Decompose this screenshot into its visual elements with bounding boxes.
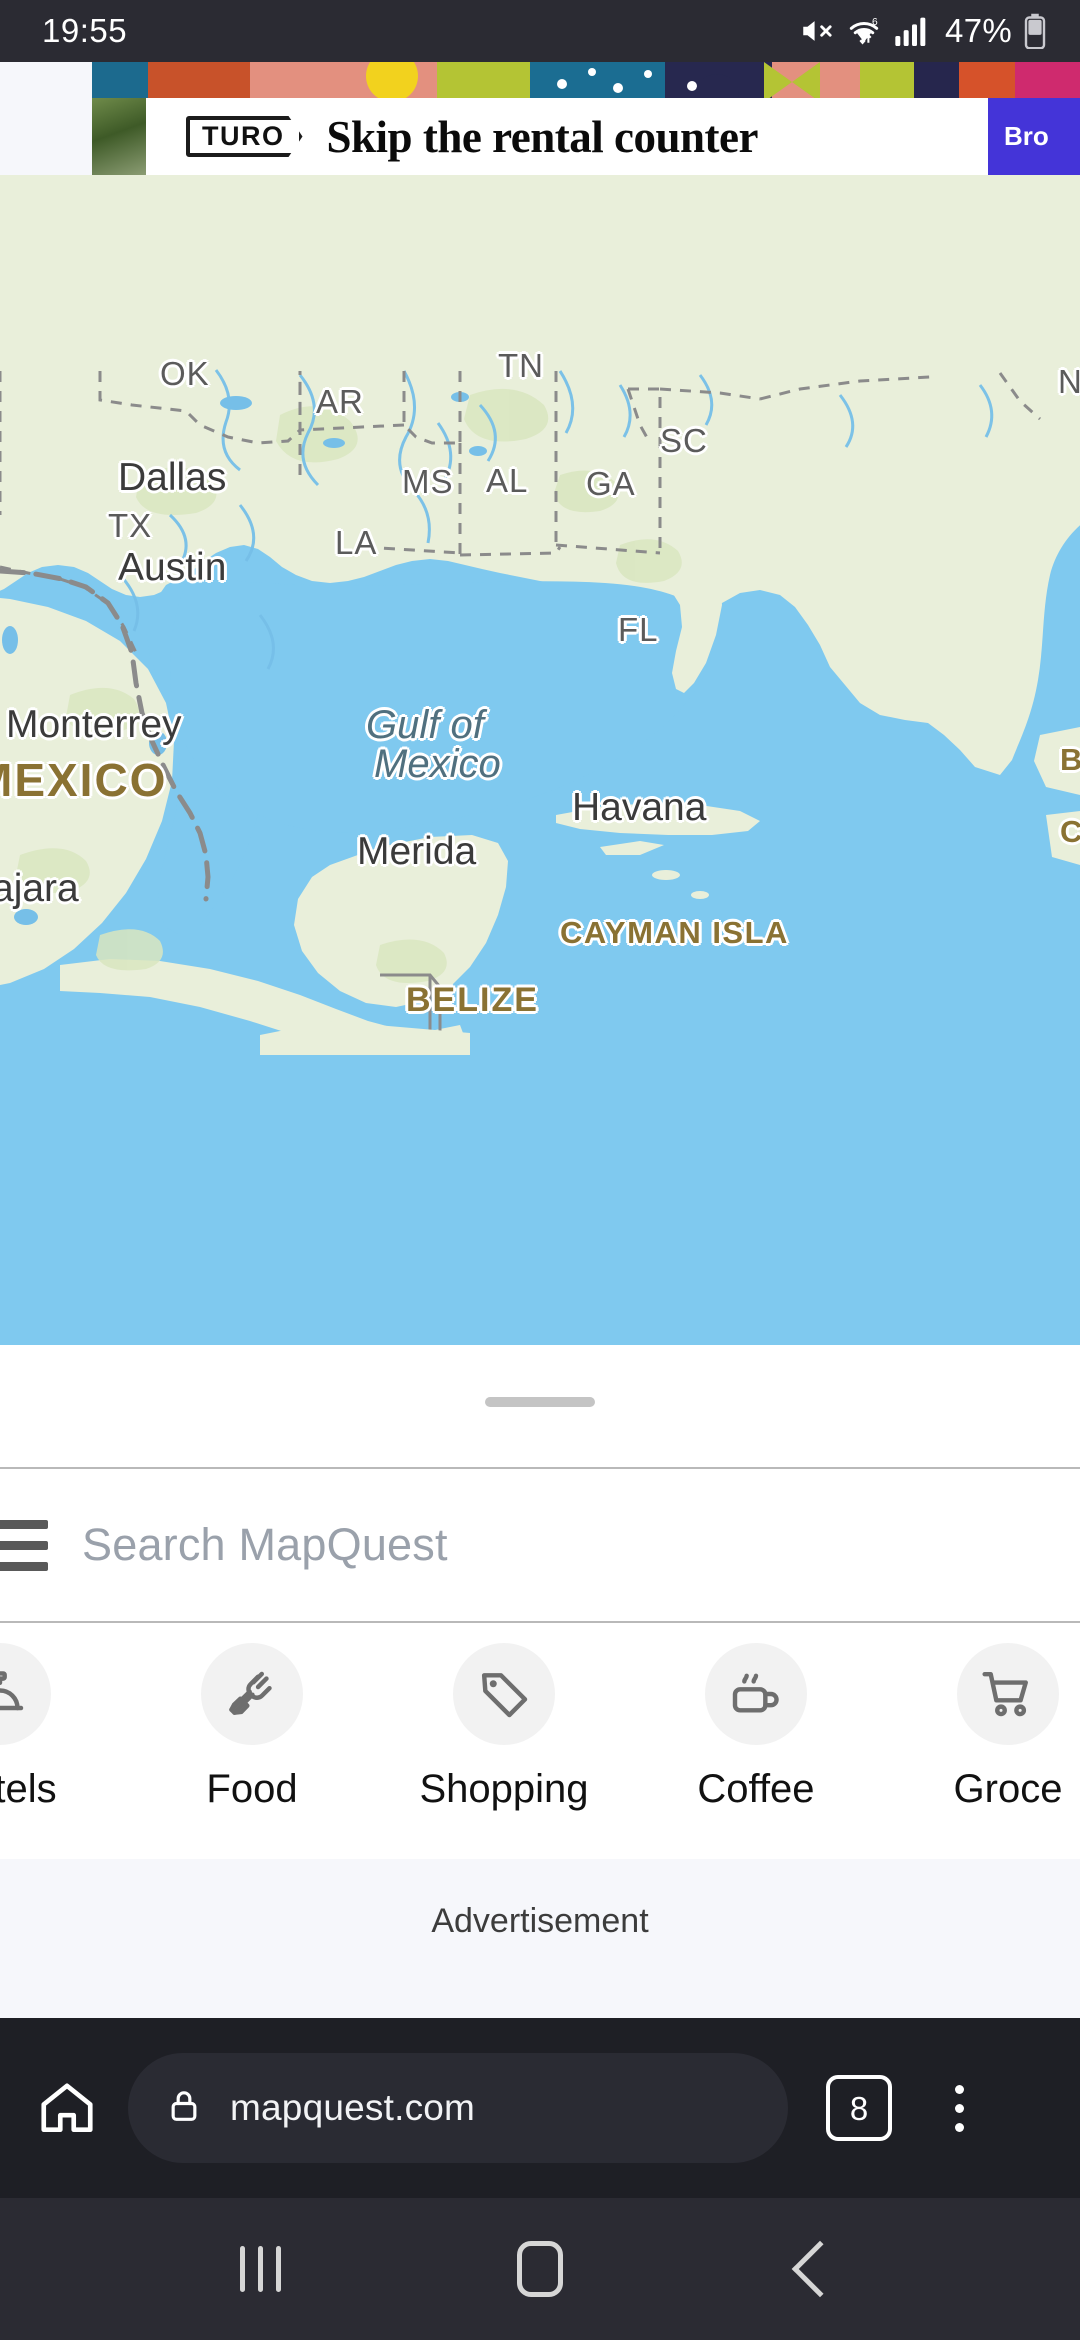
wifi-icon: 6 bbox=[845, 14, 883, 48]
category-label: Food bbox=[206, 1767, 298, 1811]
map-label-ar: AR bbox=[316, 383, 364, 420]
turo-ad-banner[interactable]: TURO Skip the rental counter Bro bbox=[0, 62, 1080, 175]
svg-text:6: 6 bbox=[872, 17, 878, 28]
map-label-austin: Austin bbox=[118, 546, 227, 589]
category-label: Hotels bbox=[0, 1767, 57, 1811]
tab-counter-button[interactable]: 8 bbox=[826, 2075, 892, 2141]
map-label-ok: OK bbox=[160, 355, 210, 392]
map-label-sc: SC bbox=[660, 422, 708, 459]
map-label-guadalajara: ajara bbox=[0, 867, 79, 910]
search-bar[interactable]: Search MapQuest bbox=[0, 1469, 1080, 1621]
drag-handle[interactable] bbox=[485, 1397, 595, 1407]
url-text[interactable]: mapquest.com bbox=[230, 2087, 475, 2129]
map-label-tn: TN bbox=[498, 347, 544, 384]
map-label-monterrey: Monterrey bbox=[6, 703, 182, 746]
status-bar: 19:55 6 47% bbox=[0, 0, 1080, 62]
map-label-gulf-line2: Mexico bbox=[374, 742, 501, 786]
category-label: Shopping bbox=[419, 1767, 589, 1811]
category-label: Coffee bbox=[697, 1767, 815, 1811]
category-row: Hotels Food bbox=[0, 1623, 1080, 1859]
signal-icon bbox=[895, 16, 929, 46]
home-icon[interactable] bbox=[28, 2077, 106, 2139]
status-icons: 6 47% bbox=[799, 12, 1046, 50]
search-input[interactable]: Search MapQuest bbox=[82, 1519, 448, 1571]
map-label-havana: Havana bbox=[572, 786, 707, 829]
ad-banner-inner[interactable]: TURO Skip the rental counter Bro bbox=[92, 62, 1080, 175]
map-label-la: LA bbox=[335, 524, 378, 561]
shopping-cart-icon bbox=[957, 1643, 1059, 1745]
turo-logo: TURO bbox=[186, 116, 303, 157]
category-food[interactable]: Food bbox=[126, 1643, 378, 1812]
ad-photo bbox=[92, 98, 148, 175]
screen-root: 19:55 6 47% TURO Skip the rental counter… bbox=[0, 0, 1080, 2340]
map-canvas[interactable]: OK TN AR N SC Dallas MS AL GA TX LA Aust… bbox=[0, 175, 1080, 1345]
map-label-ga: GA bbox=[586, 465, 636, 502]
map-label-c: C bbox=[1060, 814, 1080, 849]
browser-viewport: TURO Skip the rental counter Bro OK TN A… bbox=[0, 62, 1080, 2340]
battery-percent: 47% bbox=[945, 12, 1012, 49]
ad-headline: Skip the rental counter bbox=[326, 111, 759, 162]
hamburger-menu-icon[interactable] bbox=[0, 1519, 56, 1571]
home-square-icon[interactable] bbox=[480, 2209, 600, 2329]
fork-knife-icon bbox=[201, 1643, 303, 1745]
map-label-tx: TX bbox=[108, 507, 153, 544]
back-chevron-icon[interactable] bbox=[760, 2209, 880, 2329]
map-label-belize: BELIZE bbox=[406, 981, 539, 1019]
price-tag-icon bbox=[453, 1643, 555, 1745]
category-coffee[interactable]: Coffee bbox=[630, 1643, 882, 1812]
map-label-al: AL bbox=[486, 462, 529, 499]
lock-icon bbox=[164, 2086, 204, 2131]
hotel-bell-icon bbox=[0, 1643, 51, 1745]
map-label-b: B bbox=[1060, 742, 1080, 777]
map-label-merida: Merida bbox=[357, 830, 477, 873]
category-shopping[interactable]: Shopping bbox=[378, 1643, 630, 1812]
category-label: Groce bbox=[953, 1767, 1063, 1811]
map-label-cayman: CAYMAN ISLA bbox=[560, 915, 789, 950]
map-label-fl: FL bbox=[618, 611, 659, 648]
ad-content: TURO Skip the rental counter Bro bbox=[146, 98, 1080, 175]
map-label-ms: MS bbox=[402, 463, 454, 500]
category-groceries[interactable]: Groce bbox=[882, 1643, 1080, 1812]
status-time: 19:55 bbox=[42, 12, 128, 49]
category-hotels[interactable]: Hotels bbox=[0, 1643, 126, 1812]
system-navigation-bar bbox=[0, 2198, 1080, 2340]
coffee-cup-icon bbox=[705, 1643, 807, 1745]
map-label-mexico: MEXICO bbox=[0, 754, 168, 806]
url-bar[interactable]: mapquest.com bbox=[128, 2053, 788, 2163]
mute-icon bbox=[799, 14, 833, 48]
drag-handle-zone[interactable] bbox=[0, 1345, 1080, 1467]
recents-icon[interactable] bbox=[200, 2209, 320, 2329]
ad-cta-button[interactable]: Bro bbox=[988, 98, 1080, 175]
battery-icon bbox=[1024, 13, 1046, 49]
tab-count: 8 bbox=[849, 2089, 869, 2127]
bottom-sheet: Search MapQuest Hotels bbox=[0, 1345, 1080, 1983]
kebab-menu-icon[interactable] bbox=[924, 2084, 994, 2132]
browser-toolbar: mapquest.com 8 bbox=[0, 2018, 1080, 2198]
advertisement-strip: Advertisement bbox=[0, 1859, 1080, 1983]
map-label-n: N bbox=[1058, 363, 1080, 400]
advertisement-label: Advertisement bbox=[431, 1901, 649, 1940]
map-label-dallas: Dallas bbox=[118, 456, 227, 499]
